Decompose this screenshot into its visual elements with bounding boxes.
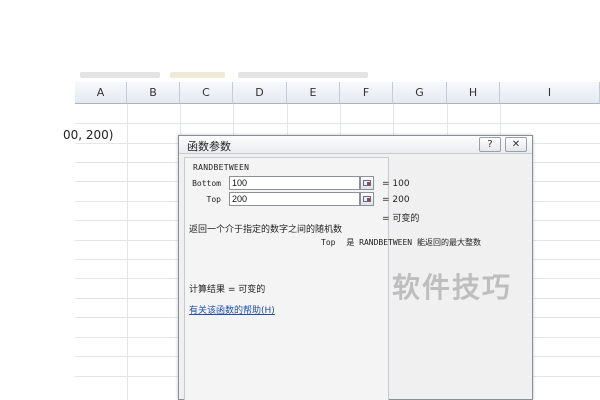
bottom-range-select-button[interactable] <box>360 176 374 190</box>
column-header-e[interactable]: E <box>287 82 340 104</box>
grid-line <box>75 123 600 124</box>
column-header-c[interactable]: C <box>180 82 233 104</box>
arg-label-bottom: Bottom <box>192 179 221 188</box>
bottom-input[interactable]: 100 <box>229 176 360 190</box>
blurred-toolbar-fragment <box>80 72 160 78</box>
argument-help: Top 是 RANDBETWEEN 能返回的最大整数 <box>321 237 481 248</box>
help-button[interactable]: ? <box>479 137 501 152</box>
column-header-a[interactable]: A <box>75 82 127 104</box>
argument-help-name: Top <box>321 238 336 247</box>
dialog-titlebar[interactable]: 函数参数 ? ✕ <box>179 136 532 154</box>
column-header-f[interactable]: F <box>340 82 393 104</box>
function-help-link[interactable]: 有关该函数的帮助(H) <box>189 303 275 316</box>
top-result: = 200 <box>382 195 410 205</box>
cell-formula-fragment[interactable]: 00, 200) <box>63 128 113 142</box>
bottom-result: = 100 <box>382 179 410 189</box>
watermark-text: 软件技巧 <box>392 271 513 304</box>
calculation-result: 计算结果 = 可变的 <box>189 285 266 295</box>
range-select-icon <box>363 196 371 202</box>
top-input[interactable]: 200 <box>229 192 360 206</box>
column-header-i[interactable]: I <box>500 82 600 104</box>
column-header-d[interactable]: D <box>233 82 287 104</box>
dialog-title: 函数参数 <box>187 140 231 153</box>
blurred-formula-fragment <box>238 72 368 78</box>
function-description: 返回一个介于指定的数字之间的随机数 <box>189 225 343 235</box>
blurred-toolbar-fragment <box>170 72 225 78</box>
function-result: = 可变的 <box>382 214 420 224</box>
range-select-icon <box>363 180 371 186</box>
column-header-b[interactable]: B <box>127 82 180 104</box>
close-button[interactable]: ✕ <box>505 137 527 152</box>
function-name: RANDBETWEEN <box>193 163 250 172</box>
column-header-g[interactable]: G <box>393 82 447 104</box>
column-header-h[interactable]: H <box>447 82 500 104</box>
argument-help-text: 是 RANDBETWEEN 能返回的最大整数 <box>346 238 481 247</box>
top-range-select-button[interactable] <box>360 192 374 206</box>
arg-label-top: Top <box>206 195 221 204</box>
